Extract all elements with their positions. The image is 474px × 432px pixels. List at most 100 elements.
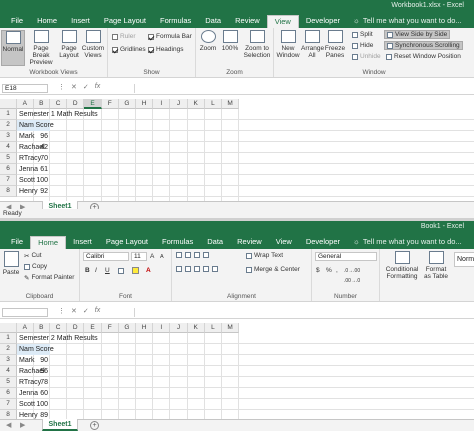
comma-button[interactable]: ,	[334, 266, 340, 275]
align-bottom-icon[interactable]	[194, 252, 200, 258]
arrange-all-button[interactable]: Arrange All	[301, 30, 324, 59]
cell-name[interactable]: Scott	[17, 175, 35, 186]
column-header-h[interactable]: H	[136, 99, 154, 109]
tab-file[interactable]: File	[4, 15, 30, 28]
page-break-preview-button[interactable]: Page Break Preview	[26, 30, 56, 66]
cell-score[interactable]: 100	[34, 175, 51, 186]
tab-data[interactable]: Data	[200, 236, 230, 249]
column-header-c[interactable]: C	[50, 323, 68, 333]
cell-a1-title[interactable]: Semester 2 Math Results	[17, 333, 112, 344]
custom-views-button[interactable]: Custom Views	[81, 30, 105, 59]
align-right-icon[interactable]	[194, 266, 200, 272]
font-color-button[interactable]: A	[144, 266, 153, 275]
cell-score[interactable]: 100	[34, 399, 51, 410]
cancel-icon[interactable]: ✕	[71, 83, 77, 91]
align-middle-icon[interactable]	[185, 252, 191, 258]
decrease-indent-icon[interactable]	[203, 266, 209, 272]
column-header-f[interactable]: F	[101, 323, 119, 333]
cell-score[interactable]: 61	[34, 164, 51, 175]
formula-input[interactable]	[134, 84, 474, 93]
enter-icon[interactable]: ✓	[83, 307, 89, 315]
tab-view[interactable]: View	[266, 15, 299, 28]
column-header-a[interactable]: A	[17, 99, 34, 109]
column-header-i[interactable]: I	[153, 323, 171, 333]
tab-insert[interactable]: Insert	[64, 15, 97, 28]
headings-checkbox[interactable]: Headings	[148, 46, 183, 53]
cell-name[interactable]: Mark	[17, 355, 35, 366]
currency-button[interactable]: $	[314, 266, 322, 275]
column-header-b[interactable]: B	[33, 323, 50, 333]
cell-name[interactable]: Scott	[17, 399, 35, 410]
align-left-icon[interactable]	[176, 266, 182, 272]
cell-name[interactable]: Rachael	[17, 366, 45, 377]
tab-developer[interactable]: Developer	[299, 15, 347, 28]
conditional-formatting-button[interactable]: Conditional Formatting	[383, 251, 421, 280]
column-header-a[interactable]: A	[17, 323, 34, 333]
unhide-button[interactable]: Unhide	[350, 52, 383, 61]
hide-button[interactable]: Hide	[350, 41, 375, 50]
column-header-c[interactable]: C	[50, 99, 68, 109]
borders-button[interactable]	[116, 266, 126, 275]
column-header-b[interactable]: B	[33, 99, 50, 109]
prev-sheet-icon[interactable]: ◀	[6, 421, 11, 429]
tab-page-layout[interactable]: Page Layout	[97, 15, 153, 28]
column-header-k[interactable]: K	[187, 323, 205, 333]
tab-formulas[interactable]: Formulas	[153, 15, 198, 28]
paste-button[interactable]: Paste	[2, 251, 20, 276]
column-header-e[interactable]: E	[84, 323, 102, 333]
zoom-100-button[interactable]: 100%	[220, 30, 240, 52]
normal-style-swatch[interactable]: Norm	[454, 252, 474, 267]
cell-name[interactable]: Rachael	[17, 142, 45, 153]
row-header-5[interactable]: 5	[0, 377, 17, 388]
column-header-m[interactable]: M	[222, 99, 240, 109]
tab-page-layout[interactable]: Page Layout	[99, 236, 155, 249]
italic-button[interactable]: I	[93, 266, 99, 275]
underline-button[interactable]: U	[103, 266, 112, 275]
view-side-by-side-button[interactable]: View Side by Side	[384, 30, 451, 39]
tell-me-box[interactable]: ☼ Tell me what you want to do...	[353, 236, 462, 249]
font-name-select[interactable]: Calibri	[83, 252, 129, 261]
tab-home[interactable]: Home	[30, 236, 67, 249]
column-header-m[interactable]: M	[222, 323, 240, 333]
row-header-6[interactable]: 6	[0, 388, 17, 399]
cut-button[interactable]: ✂ Cut	[22, 251, 44, 260]
tab-developer[interactable]: Developer	[299, 236, 347, 249]
formula-input[interactable]	[134, 308, 474, 317]
row-header-3[interactable]: 3	[0, 355, 17, 366]
cell-score[interactable]: 78	[34, 377, 51, 388]
row-header-1[interactable]: 1	[0, 333, 17, 344]
cell-a1-title[interactable]: Semester 1 Math Results	[17, 109, 112, 120]
row-header-2[interactable]: 2	[0, 120, 17, 131]
merge-center-button[interactable]: Merge & Center	[244, 265, 302, 274]
cell-name[interactable]: Henry	[17, 186, 38, 197]
tab-view[interactable]: View	[269, 236, 299, 249]
align-center-icon[interactable]	[185, 266, 191, 272]
increase-indent-icon[interactable]	[212, 266, 218, 272]
row-header-6[interactable]: 6	[0, 164, 17, 175]
grow-font-button[interactable]: A	[148, 252, 156, 261]
cell-score[interactable]: 96	[34, 131, 51, 142]
cell-score[interactable]: 60	[34, 388, 51, 399]
worksheet-grid[interactable]: A B C D E F G H I J K L M 1 2 3 4 5 6 7 8 Semester 1 Math Res…	[0, 99, 474, 203]
reset-window-position-button[interactable]: Reset Window Position	[384, 52, 463, 61]
tab-home[interactable]: Home	[30, 15, 64, 28]
percent-button[interactable]: %	[324, 266, 334, 275]
column-header-d[interactable]: D	[67, 323, 85, 333]
column-header-i[interactable]: I	[153, 99, 171, 109]
name-box[interactable]: E18	[2, 84, 48, 93]
gridlines-checkbox[interactable]: Gridlines	[112, 46, 146, 53]
row-header-4[interactable]: 4	[0, 142, 17, 153]
column-header-e[interactable]: E	[84, 99, 102, 109]
fx-icon[interactable]: fx	[95, 83, 100, 91]
zoom-to-selection-button[interactable]: Zoom to Selection	[242, 30, 272, 59]
add-sheet-icon[interactable]: +	[90, 421, 99, 430]
fill-color-button[interactable]	[130, 266, 141, 275]
more-icon[interactable]: ⋮	[58, 83, 65, 91]
align-top-icon[interactable]	[176, 252, 182, 258]
tab-review[interactable]: Review	[230, 236, 269, 249]
select-all-corner[interactable]	[0, 99, 17, 109]
tab-formulas[interactable]: Formulas	[155, 236, 200, 249]
row-header-3[interactable]: 3	[0, 131, 17, 142]
bold-button[interactable]: B	[83, 266, 92, 275]
row-header-7[interactable]: 7	[0, 399, 17, 410]
